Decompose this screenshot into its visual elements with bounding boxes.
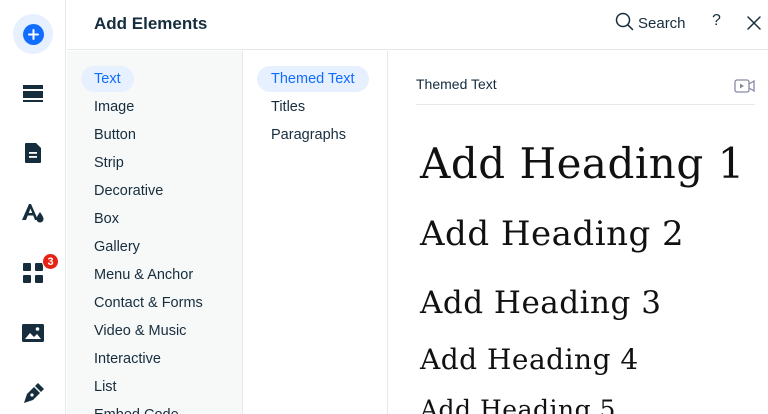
pages-button[interactable] [11,133,55,177]
video-tutorial-button[interactable] [734,78,756,99]
pen-icon [22,381,44,410]
preview-section-title: Themed Text [416,76,497,92]
category-image[interactable]: Image [81,94,147,120]
preview-panel: Themed Text Add Heading 1 Add Heading 2 … [389,51,768,414]
subcategory-themed-text[interactable]: Themed Text [257,66,369,92]
close-button[interactable] [746,12,762,39]
sections-button[interactable] [11,73,55,117]
search-icon [615,12,634,35]
media-button[interactable] [11,313,55,357]
category-video-music[interactable]: Video & Music [81,318,199,344]
category-menu-anchor[interactable]: Menu & Anchor [81,262,206,288]
category-list: Text Image Button Strip Decorative Box G… [67,51,243,414]
category-interactive[interactable]: Interactive [81,346,174,372]
subcategory-paragraphs[interactable]: Paragraphs [257,122,360,148]
category-box[interactable]: Box [81,206,132,232]
category-contact-forms[interactable]: Contact & Forms [81,290,216,316]
category-text[interactable]: Text [81,66,134,92]
sections-icon [22,84,44,107]
category-button[interactable]: Button [81,122,149,148]
heading-4-preset[interactable]: Add Heading 4 [420,343,639,376]
heading-3-preset[interactable]: Add Heading 3 [420,285,661,321]
subcategory-list: Themed Text Titles Paragraphs [244,51,388,414]
theme-button[interactable] [11,193,55,237]
heading-2-preset[interactable]: Add Heading 2 [420,214,684,254]
apps-icon [22,262,44,289]
category-list[interactable]: List [81,374,130,400]
media-icon [21,323,45,348]
notification-badge: 3 [42,253,59,270]
apps-button[interactable]: 3 [11,253,59,297]
heading-5-preset[interactable]: Add Heading 5 [420,395,616,414]
help-button[interactable]: ? [712,12,721,30]
heading-1-preset[interactable]: Add Heading 1 [420,139,745,188]
preview-divider [416,104,755,105]
category-decorative[interactable]: Decorative [81,178,176,204]
pages-icon [24,142,42,169]
add-icon [22,23,44,45]
panel-title: Add Elements [94,14,208,33]
blog-button[interactable] [11,373,55,414]
category-strip[interactable]: Strip [81,150,137,176]
close-icon [746,16,762,38]
panel-header: Add Elements Search ? [67,0,768,50]
search-button[interactable]: Search [615,12,686,35]
left-rail: 3 [0,0,66,414]
theme-icon [21,202,45,229]
category-gallery[interactable]: Gallery [81,234,153,260]
add-button-highlight [13,14,53,54]
subcategory-titles[interactable]: Titles [257,94,319,120]
video-icon [734,79,756,98]
category-embed-code[interactable]: Embed Code [81,402,192,414]
add-elements-button[interactable] [11,12,55,56]
search-label: Search [638,15,686,32]
